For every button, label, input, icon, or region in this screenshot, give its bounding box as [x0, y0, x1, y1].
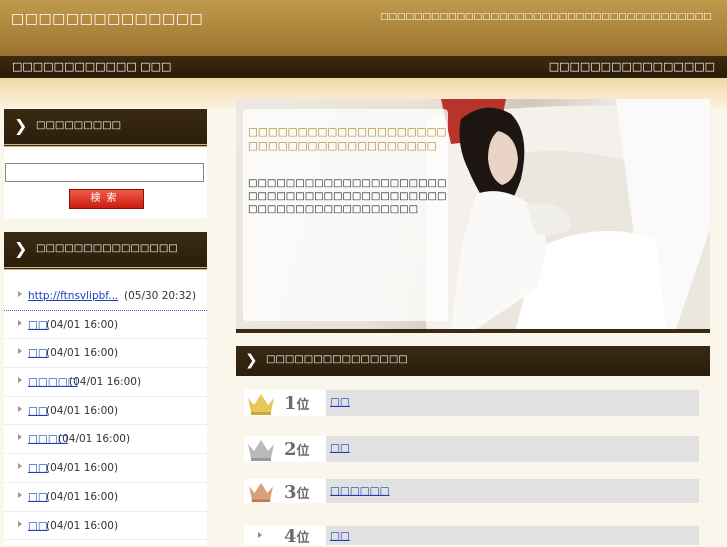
- bullet-arrow-icon: [18, 348, 22, 355]
- rank-digit: 4: [284, 526, 297, 547]
- bullet-arrow-icon: [18, 377, 22, 384]
- rank-link[interactable]: □□: [330, 396, 350, 408]
- bullet-arrow-icon: [18, 520, 22, 527]
- chevron-right-icon: ❯: [14, 239, 28, 258]
- list-item: □□□□□ (04/01 16:00): [4, 368, 207, 397]
- entry-time: (04/01 16:00): [58, 433, 131, 446]
- ranking-header: ❯ □□□□□□□□□□□□□□□: [236, 346, 710, 376]
- search-panel: ❯ □□□□□□□□□ 検索: [4, 109, 207, 218]
- ranking-row: 1位 □□: [244, 390, 699, 416]
- rank-link[interactable]: □□□□□□: [330, 485, 390, 497]
- ranking-row: 2位 □□: [244, 436, 699, 462]
- nav-bar: □□□□□□□□□□□□ □□□ □□□□□□□□□□□□□□□□: [0, 56, 727, 78]
- recent-list: http://ftnsvlipbf... (05/30 20:32) □□ (04/…: [4, 282, 207, 541]
- search-button[interactable]: 検索: [69, 189, 144, 209]
- rank-badge: 2位: [244, 436, 326, 462]
- bullet-arrow-icon: [18, 491, 22, 498]
- bronze-crown-icon: [249, 482, 273, 503]
- nav-right-link[interactable]: □□□□□□□□□□□□□□□□: [549, 60, 715, 73]
- site-description: □□□□□□□□□□□□□□□□□□□□□□□□□□□□□□□□□□□□□□□: [380, 12, 712, 22]
- bullet-arrow-icon: [258, 532, 262, 538]
- rank-suffix: 位: [296, 531, 310, 546]
- rank-suffix: 位: [296, 487, 310, 502]
- entry-time: (04/01 16:00): [69, 376, 142, 389]
- list-item: □□ (04/01 16:00): [4, 512, 207, 541]
- entry-time: (04/01 16:00): [46, 404, 119, 417]
- bullet-arrow-icon: [18, 291, 22, 297]
- recent-panel-title: □□□□□□□□□□□□□□□: [36, 243, 178, 254]
- entry-time: (04/01 16:00): [46, 519, 119, 532]
- list-item: □□ (04/01 16:00): [4, 339, 207, 369]
- recent-entries-panel: ❯ □□□□□□□□□□□□□□□ http://ftnsvlipbf... (0…: [4, 232, 207, 545]
- bullet-arrow-icon: [18, 405, 22, 412]
- bullet-arrow-icon: [18, 319, 22, 326]
- site-title[interactable]: □□□□□□□□□□□□□□: [11, 11, 203, 27]
- rank-bar: □□: [326, 526, 699, 545]
- silver-crown-icon: [248, 440, 274, 461]
- ranking-row: 3位 □□□□□□: [244, 479, 699, 503]
- entry-link[interactable]: □□: [28, 462, 48, 474]
- ranking-title: □□□□□□□□□□□□□□□: [266, 354, 408, 365]
- rank-digit: 3: [284, 482, 297, 503]
- entry-time: (04/01 16:00): [46, 490, 119, 503]
- entry-time: (04/01 16:00): [46, 462, 119, 475]
- gold-crown-icon: [248, 394, 274, 415]
- recent-panel-header: ❯ □□□□□□□□□□□□□□□: [4, 232, 207, 270]
- bullet-arrow-icon: [18, 434, 22, 441]
- nav-left-text: □□□□□□□□□□□□ □□□: [12, 60, 172, 73]
- rank-number: 2位: [284, 439, 310, 460]
- rank-bar: □□□□□□: [326, 479, 699, 503]
- search-panel-title: □□□□□□□□□: [36, 120, 122, 131]
- entry-link[interactable]: http://ftnsvlipbf...: [28, 290, 118, 302]
- rank-number: 1位: [284, 393, 310, 414]
- site-header: □□□□□□□□□□□□□□ □□□□□□□□□□□□□□□□□□□□□□□□□…: [0, 0, 727, 57]
- rank-link[interactable]: □□: [330, 530, 350, 542]
- rank-bar: □□: [326, 436, 699, 462]
- entry-link[interactable]: □□: [28, 405, 48, 417]
- entry-link[interactable]: □□: [28, 491, 48, 503]
- rank-suffix: 位: [296, 398, 310, 413]
- entry-link[interactable]: □□: [28, 347, 48, 359]
- bullet-arrow-icon: [18, 463, 22, 470]
- hero-text: □□□□□□□□□□□□□□□□□□□□□□□□□□□□□□□□□□□□□□□□…: [248, 178, 447, 215]
- hero-banner: □□□□□□□□□□□□□□□□□□□□□□□□□□□□□□□□□□□□□□□ …: [236, 99, 710, 333]
- rank-badge: 4位: [244, 526, 326, 547]
- search-input[interactable]: [5, 163, 204, 182]
- list-item: □□ (04/01 16:00): [4, 483, 207, 512]
- rank-digit: 2: [284, 439, 297, 460]
- ranking-row: 4位 □□: [244, 526, 699, 547]
- chevron-right-icon: ❯: [245, 351, 258, 369]
- hero-text-box: □□□□□□□□□□□□□□□□□□□□□□□□□□□□□□□□□□□□□□□ …: [243, 109, 448, 321]
- entry-link[interactable]: □□: [28, 319, 48, 331]
- rank-number: 3位: [284, 482, 310, 503]
- rank-link[interactable]: □□: [330, 442, 350, 454]
- search-panel-header: ❯ □□□□□□□□□: [4, 109, 207, 147]
- rank-badge: 1位: [244, 390, 326, 416]
- rank-bar: □□: [326, 390, 699, 416]
- hero-title: □□□□□□□□□□□□□□□□□□□□□□□□□□□□□□□□□□□□□□□: [248, 126, 447, 152]
- list-item: □□ (04/01 16:00): [4, 311, 207, 340]
- rank-suffix: 位: [296, 444, 310, 459]
- rank-digit: 1: [284, 393, 297, 414]
- list-item: □□□□ (04/01 16:00): [4, 425, 207, 455]
- rank-number: 4位: [284, 526, 310, 547]
- entry-time: (04/01 16:00): [46, 347, 119, 360]
- entry-link[interactable]: □□: [28, 520, 48, 532]
- entry-time: (04/01 16:00): [46, 318, 119, 331]
- list-item: http://ftnsvlipbf... (05/30 20:32): [4, 282, 207, 311]
- rank-badge: 3位: [244, 479, 326, 503]
- list-item: □□ (04/01 16:00): [4, 454, 207, 483]
- entry-time: (05/30 20:32): [124, 290, 197, 302]
- list-item: □□ (04/01 16:00): [4, 397, 207, 426]
- chevron-right-icon: ❯: [14, 116, 28, 135]
